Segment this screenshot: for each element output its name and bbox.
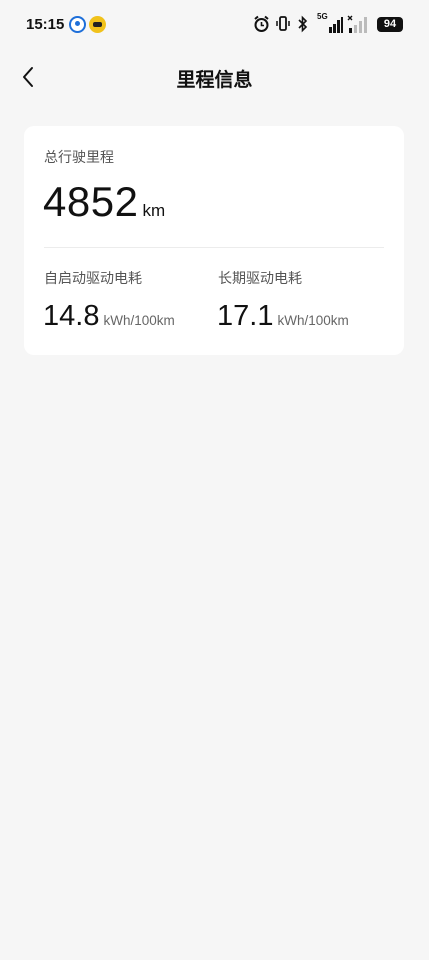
battery-indicator: 94: [377, 17, 403, 32]
header: 里程信息: [0, 52, 429, 104]
self-start-consumption-label: 自启动驱动电耗: [44, 271, 142, 287]
alarm-icon: [254, 15, 269, 32]
self-start-consumption: 14.8 kWh/100km: [43, 300, 175, 333]
self-start-consumption-value: 14.8: [43, 300, 100, 332]
total-mileage-label: 总行驶里程: [44, 150, 114, 166]
divider: [44, 247, 384, 248]
long-term-consumption-unit: kWh/100km: [277, 313, 349, 328]
bluetooth-icon: [298, 15, 308, 33]
long-term-consumption-value: 17.1: [217, 300, 274, 332]
app-notification-icon-2: [89, 16, 106, 33]
app-notification-icon: [69, 16, 86, 33]
total-mileage: 4852 km: [43, 178, 165, 226]
self-start-consumption-unit: kWh/100km: [103, 313, 175, 328]
page-title: 里程信息: [176, 69, 253, 91]
mileage-card: 总行驶里程 4852 km 自启动驱动电耗 长期驱动电耗 14.8 kWh/100k…: [24, 126, 404, 355]
signal-weak-icon: [347, 15, 367, 33]
status-icons: 5G 94: [223, 12, 403, 35]
long-term-consumption-label: 长期驱动电耗: [218, 271, 302, 287]
status-bar: 15:15 5G 94: [0, 0, 429, 50]
status-time: 15:15: [26, 16, 65, 33]
total-mileage-unit: km: [142, 201, 166, 220]
signal-icon: [329, 17, 343, 33]
vibrate-icon: [276, 16, 290, 31]
total-mileage-value: 4852: [43, 178, 139, 225]
long-term-consumption: 17.1 kWh/100km: [217, 300, 349, 333]
